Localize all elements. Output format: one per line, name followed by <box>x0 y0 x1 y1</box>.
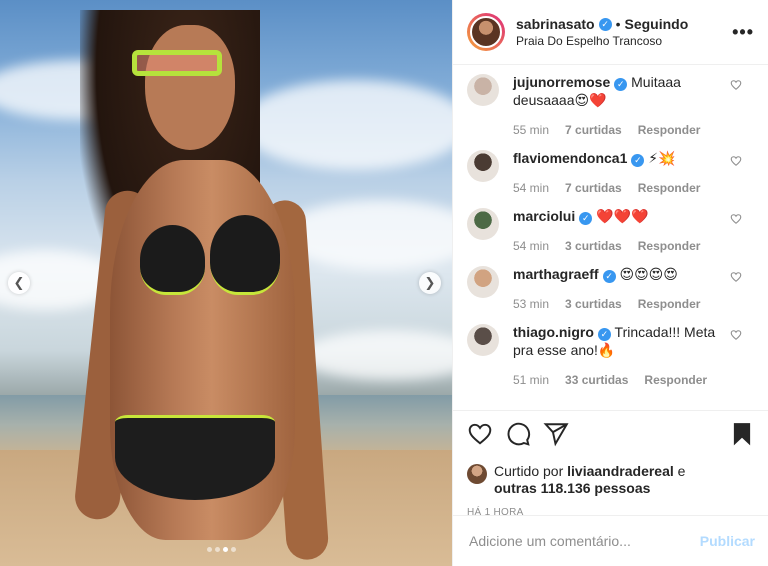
comment-time[interactable]: 54 min <box>513 181 549 195</box>
comment-username[interactable]: marthagraeff <box>513 266 599 282</box>
verified-badge-icon: ✓ <box>614 78 628 91</box>
avatar[interactable] <box>467 208 499 240</box>
verified-badge-icon: ✓ <box>579 212 593 225</box>
comment-like-heart-icon[interactable] <box>730 329 742 341</box>
avatar[interactable] <box>467 266 499 298</box>
reply-button[interactable]: Responder <box>644 373 707 387</box>
bookmark-icon[interactable] <box>729 421 755 447</box>
liked-by-user[interactable]: liviaandradereal <box>567 463 674 479</box>
comment-time[interactable]: 51 min <box>513 373 549 387</box>
avatar[interactable] <box>467 464 487 484</box>
location-link[interactable]: Praia Do Espelho Trancoso <box>516 34 688 48</box>
verified-badge-icon: ✓ <box>598 17 612 31</box>
comment-likes[interactable]: 33 curtidas <box>565 373 628 387</box>
carousel-dot <box>207 547 212 552</box>
comment-item: thiago.nigro ✓ Trincada!!! Meta pra esse … <box>467 323 754 387</box>
verified-badge-icon: ✓ <box>597 328 611 341</box>
comment-emoji: 🔥 <box>597 342 616 358</box>
comment-likes[interactable]: 7 curtidas <box>565 123 622 137</box>
reply-button[interactable]: Responder <box>638 181 701 195</box>
comment-item: jujunorremose ✓ Muitaaa deusaaaa😍❤️ 55 min… <box>467 73 754 137</box>
person-figure <box>60 10 330 566</box>
comment-emoji: 😍😍😍😍 <box>619 266 678 282</box>
reply-button[interactable]: Responder <box>638 297 701 311</box>
comments-list[interactable]: jujunorremose ✓ Muitaaa deusaaaa😍❤️ 55 min… <box>453 65 768 410</box>
following-button[interactable]: Seguindo <box>625 16 689 32</box>
likes-count-link[interactable]: outras 118.136 pessoas <box>494 480 650 496</box>
verified-badge-icon: ✓ <box>602 270 616 283</box>
post-sidebar: sabrinasato ✓ • Seguindo Praia Do Espelh… <box>452 0 768 566</box>
comment-username[interactable]: flaviomendonca1 <box>513 150 627 166</box>
comment-like-heart-icon[interactable] <box>730 213 742 225</box>
comment-likes[interactable]: 7 curtidas <box>565 181 622 195</box>
comment-likes[interactable]: 3 curtidas <box>565 297 622 311</box>
comment-username[interactable]: marciolui <box>513 208 575 224</box>
comment-icon[interactable] <box>505 421 531 447</box>
share-icon[interactable] <box>543 421 569 447</box>
verified-badge-icon: ✓ <box>631 154 645 167</box>
reply-button[interactable]: Responder <box>638 239 701 253</box>
carousel-next-button[interactable]: ❯ <box>419 272 441 294</box>
post-photo[interactable]: ❮ ❯ <box>0 0 452 566</box>
chevron-left-icon: ❮ <box>13 275 25 290</box>
author-username[interactable]: sabrinasato <box>516 16 595 32</box>
avatar[interactable] <box>467 324 499 356</box>
comment-like-heart-icon[interactable] <box>730 155 742 167</box>
author-avatar-ring[interactable] <box>467 13 505 51</box>
heart-icon[interactable] <box>467 421 493 447</box>
comment-item: marthagraeff ✓ 😍😍😍😍 53 min 3 curtidas Respon… <box>467 265 754 311</box>
comment-username[interactable]: jujunorremose <box>513 74 610 90</box>
avatar[interactable] <box>470 16 502 48</box>
comment-like-heart-icon[interactable] <box>730 271 742 283</box>
chevron-right-icon: ❯ <box>424 275 436 290</box>
separator: • <box>615 16 621 32</box>
comment-item: flaviomendonca1 ✓ ⚡💥 54 min 7 curtidas Respo… <box>467 149 754 195</box>
comment-time[interactable]: 54 min <box>513 239 549 253</box>
more-options-icon[interactable]: ••• <box>732 22 754 43</box>
post-header: sabrinasato ✓ • Seguindo Praia Do Espelh… <box>453 0 768 65</box>
carousel-dot <box>231 547 236 552</box>
likes-prefix: Curtido por <box>494 463 564 479</box>
avatar[interactable] <box>467 74 499 106</box>
comment-like-heart-icon[interactable] <box>730 79 742 91</box>
comment-emoji: ⚡💥 <box>648 150 676 166</box>
publish-button[interactable]: Publicar <box>700 533 755 549</box>
carousel-prev-button[interactable]: ❮ <box>8 272 30 294</box>
carousel-dots <box>207 547 236 552</box>
sunglasses <box>132 50 222 76</box>
comment-time[interactable]: 53 min <box>513 297 549 311</box>
reply-button[interactable]: Responder <box>638 123 701 137</box>
comment-item: marciolui ✓ ❤️❤️❤️ 54 min 3 curtidas Respond… <box>467 207 754 253</box>
comment-time[interactable]: 55 min <box>513 123 549 137</box>
comment-emoji: ❤️❤️❤️ <box>596 208 649 224</box>
comment-username[interactable]: thiago.nigro <box>513 324 594 340</box>
carousel-dot <box>215 547 220 552</box>
comment-emoji: 😍❤️ <box>574 92 607 108</box>
avatar[interactable] <box>467 150 499 182</box>
likes-summary: Curtido por liviaandradereal e outras 11… <box>467 463 755 497</box>
comment-likes[interactable]: 3 curtidas <box>565 239 622 253</box>
comment-input[interactable] <box>469 533 700 549</box>
carousel-dot <box>223 547 228 552</box>
post-actions: Curtido por liviaandradereal e outras 11… <box>453 410 768 518</box>
likes-connector: e <box>677 463 686 479</box>
add-comment-bar: Publicar <box>453 515 768 566</box>
